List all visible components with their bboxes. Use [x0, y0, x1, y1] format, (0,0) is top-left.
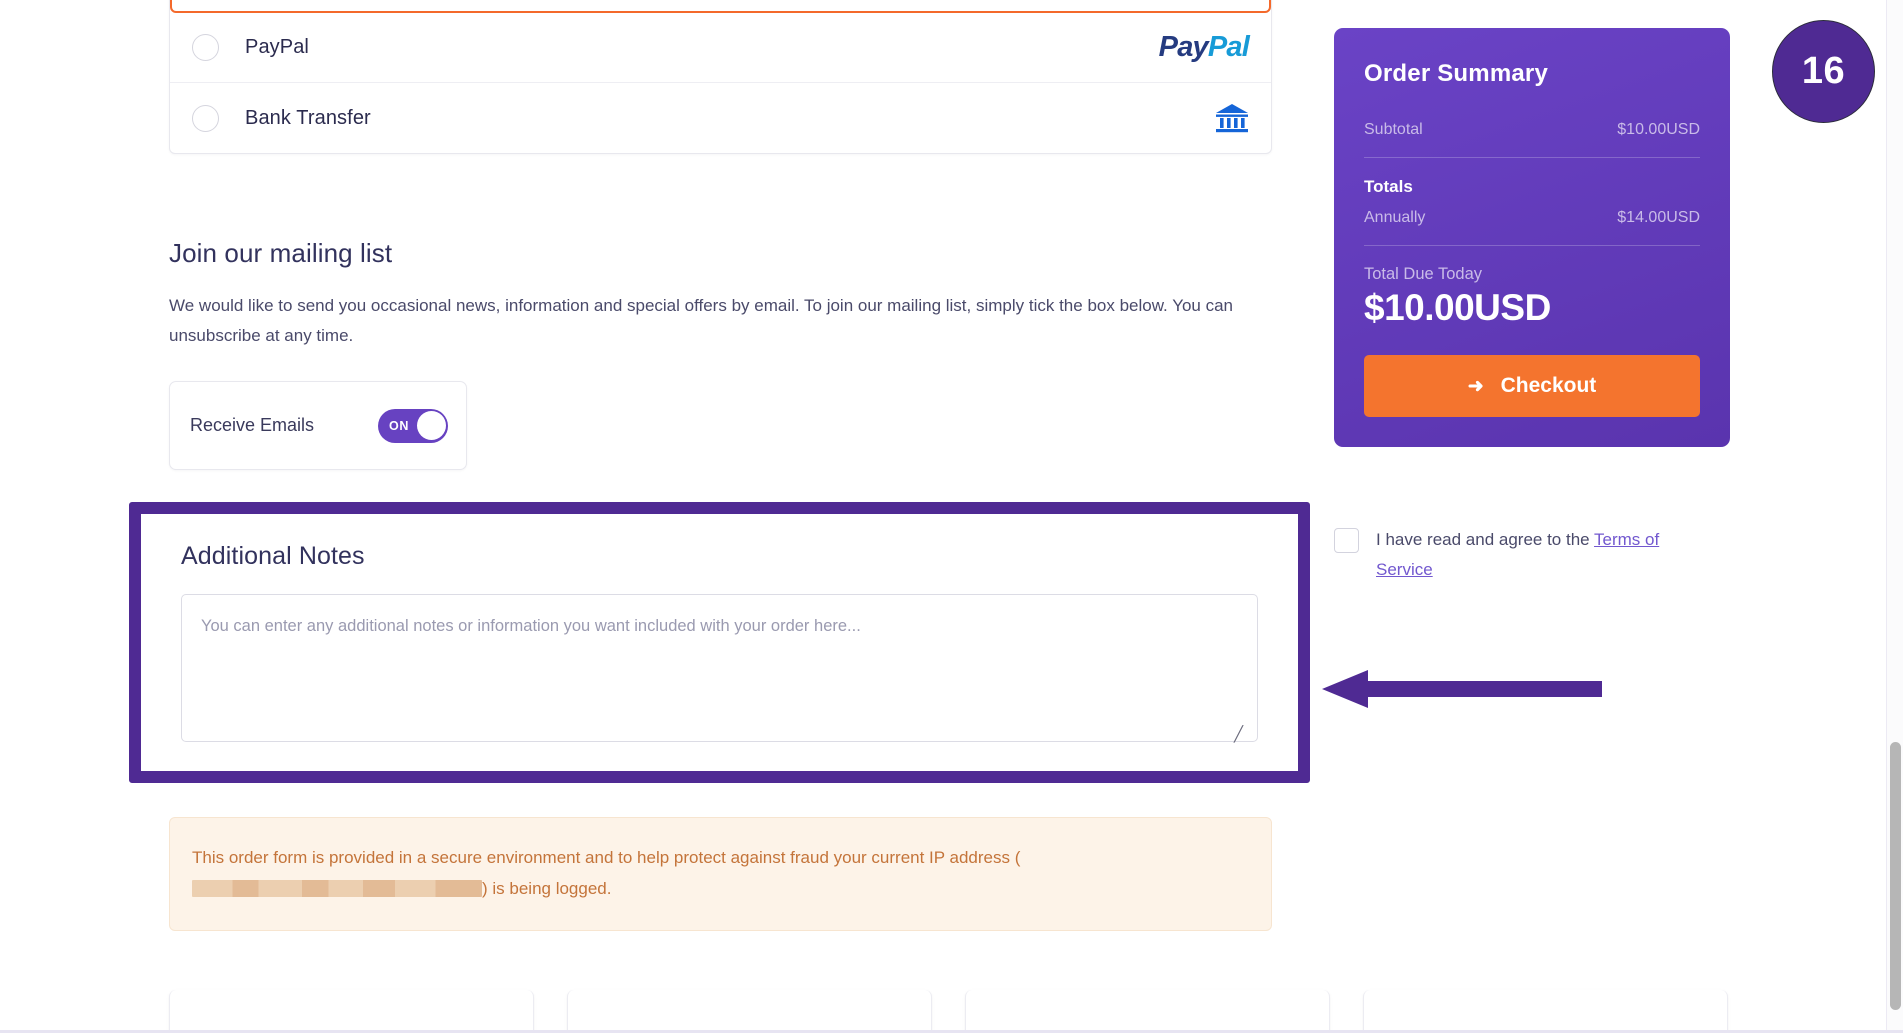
summary-row-subtotal: Subtotal $10.00USD	[1364, 121, 1700, 157]
terms-checkbox[interactable]	[1334, 528, 1359, 553]
paypal-logo-pay: Pay	[1158, 31, 1209, 63]
summary-totals-title: Totals	[1364, 177, 1413, 196]
secure-environment-notice: This order form is provided in a secure …	[169, 817, 1272, 931]
payment-option-paypal[interactable]: PayPal PayPal	[170, 13, 1271, 83]
summary-row-annually: Annually $14.00USD	[1364, 209, 1700, 245]
checkout-main-column: PayPal PayPal Bank Transfer Join our mai…	[129, 0, 1310, 931]
summary-divider-2	[1364, 245, 1700, 246]
order-summary-title: Order Summary	[1364, 60, 1549, 87]
checkout-button-label: Checkout	[1500, 374, 1597, 397]
order-summary-panel: Order Summary Subtotal $10.00USD Totals …	[1334, 28, 1730, 447]
additional-notes-card: Additional Notes ╱	[141, 514, 1298, 771]
paypal-logo: PayPal	[1158, 31, 1250, 64]
additional-notes-title: Additional Notes	[181, 542, 365, 570]
paypal-logo-pal: Pal	[1207, 31, 1250, 63]
bank-icon-svg	[1216, 104, 1248, 133]
receive-emails-toggle[interactable]: ON	[378, 408, 448, 443]
annotation-arrow-left	[1322, 670, 1602, 708]
mailing-list-title: Join our mailing list	[169, 238, 393, 268]
receive-emails-label: Receive Emails	[190, 415, 315, 435]
payment-option-selected[interactable]	[170, 0, 1271, 13]
total-due-today-label: Total Due Today	[1364, 265, 1483, 283]
toggle-knob	[416, 411, 446, 440]
additional-notes-input[interactable]	[181, 594, 1258, 742]
terms-text-wrapper: I have read and agree to the Terms of Se…	[1376, 525, 1664, 585]
vertical-scrollbar-thumb[interactable]	[1890, 742, 1901, 1010]
secure-notice-text-after: ) is being logged.	[482, 879, 612, 898]
trust-cards-row: ◆ 30 Day Money 💬 24/7 Support 🔒 Safe and…	[169, 990, 1729, 1033]
annotation-step-number: 16	[1801, 50, 1846, 92]
summary-divider-1	[1364, 157, 1700, 158]
mailing-list-paragraph: We would like to send you occasional new…	[169, 296, 1234, 345]
trust-card-money-back: ◆ 30 Day Money	[169, 990, 534, 1033]
receive-emails-toggle-state: ON	[389, 418, 409, 433]
radio-icon-paypal[interactable]	[192, 34, 219, 61]
summary-row-label-subtotal: Subtotal	[1364, 121, 1423, 138]
arrow-right-icon: ➜	[1467, 375, 1484, 397]
receive-emails-card[interactable]: Receive Emails ON	[169, 381, 467, 470]
bank-icon	[1215, 102, 1249, 134]
radio-icon-bank-transfer[interactable]	[192, 104, 219, 132]
ip-address-redacted	[192, 880, 482, 897]
payment-option-label-paypal: PayPal	[245, 36, 309, 58]
checkout-button[interactable]: ➜ Checkout	[1364, 355, 1700, 417]
summary-row-value-subtotal: $10.00USD	[1617, 121, 1700, 138]
trust-card-support: 💬 24/7 Support	[567, 990, 932, 1033]
page-canvas: PayPal PayPal Bank Transfer Join our mai…	[0, 0, 1888, 1033]
payment-option-bank-transfer[interactable]: Bank Transfer	[170, 83, 1271, 153]
additional-notes-highlight: Additional Notes ╱	[129, 502, 1310, 783]
payment-methods-card: PayPal PayPal Bank Transfer	[169, 0, 1272, 154]
terms-agreement-row[interactable]: I have read and agree to the Terms of Se…	[1334, 525, 1664, 585]
secure-notice-text-before: This order form is provided in a secure …	[192, 848, 1021, 867]
annotation-step-badge: 16	[1772, 20, 1875, 123]
vertical-scrollbar-track[interactable]	[1886, 0, 1903, 1033]
terms-text: I have read and agree to the	[1376, 530, 1595, 549]
summary-row-label-annually: Annually	[1364, 209, 1426, 226]
mailing-list-section: Join our mailing list We would like to s…	[169, 238, 1272, 470]
total-due-today-amount: $10.00USD	[1364, 287, 1551, 328]
trust-card-secure: 🔒 Safe and Secure	[965, 990, 1330, 1033]
trust-card-happiness: ☁ Your Happiness	[1363, 990, 1728, 1033]
summary-row-value-annually: $14.00USD	[1617, 209, 1700, 226]
payment-option-label-bank-transfer: Bank Transfer	[245, 106, 371, 129]
